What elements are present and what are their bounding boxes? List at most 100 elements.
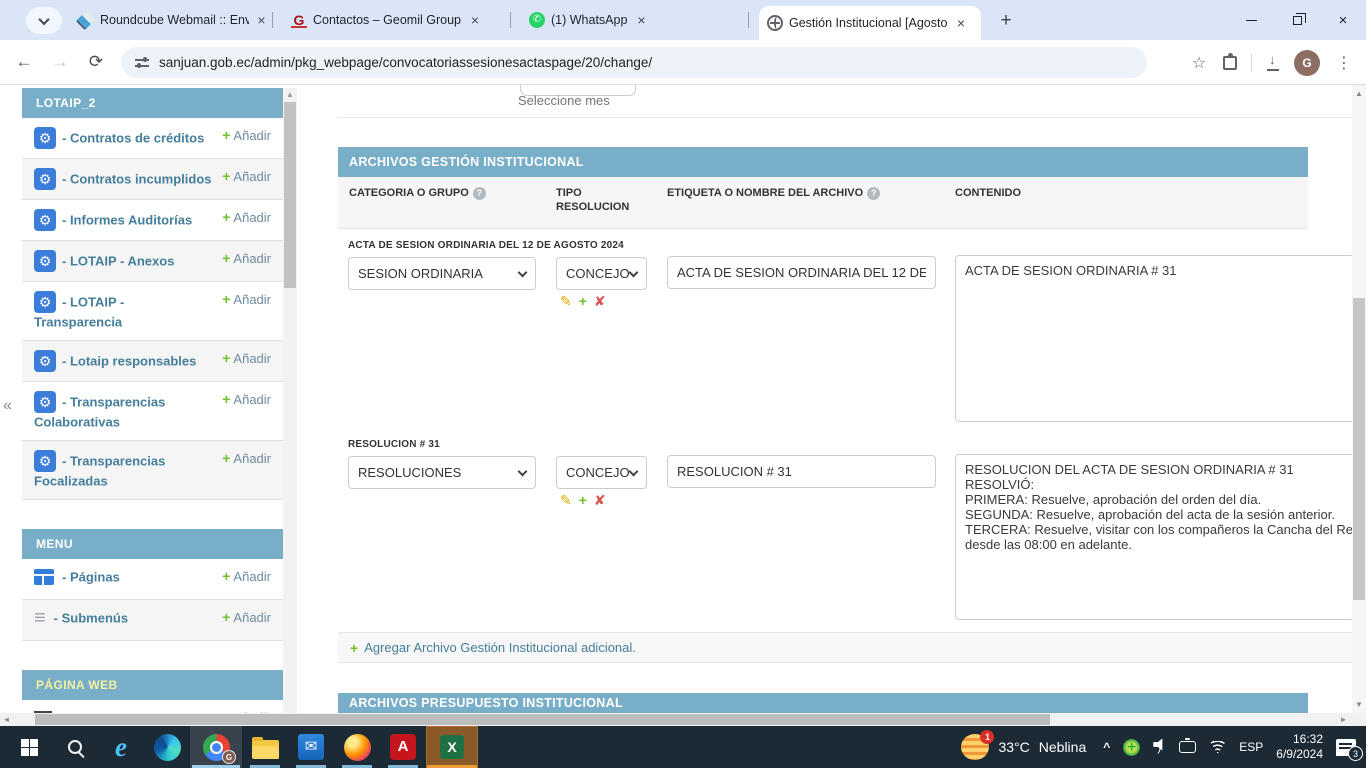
new-tab-button[interactable]: +: [993, 8, 1019, 34]
scroll-down-icon[interactable]: ▼: [1352, 698, 1366, 711]
taskbar-chrome-button[interactable]: G: [190, 726, 242, 768]
help-icon[interactable]: ?: [473, 187, 486, 200]
sidebar-item-transparencias-colaborativas[interactable]: ⚙- Transparencias Colaborativas +Añadir: [22, 382, 283, 441]
sidebar-item-contratos-incumplidos[interactable]: ⚙- Contratos incumplidos +Añadir: [22, 159, 283, 200]
add-plus-icon[interactable]: +: [579, 492, 587, 509]
scroll-up-icon[interactable]: ▲: [1352, 87, 1366, 100]
taskbar-firefox-button[interactable]: [334, 726, 380, 768]
sidebar-item-label[interactable]: - Contratos de créditos: [62, 131, 204, 146]
notification-center-icon[interactable]: 3: [1336, 739, 1356, 756]
add-link[interactable]: +Añadir: [222, 168, 271, 184]
antivirus-icon[interactable]: +: [1123, 739, 1140, 756]
collapse-sidebar-icon[interactable]: «: [3, 397, 12, 415]
add-link[interactable]: +Añadir: [222, 350, 271, 366]
back-button[interactable]: ←: [12, 52, 36, 72]
add-link[interactable]: +Añadir: [222, 450, 271, 466]
add-link[interactable]: +Añadir: [222, 291, 271, 307]
address-bar[interactable]: sanjuan.gob.ec/admin/pkg_webpage/convoca…: [121, 47, 1147, 78]
taskbar-mail-button[interactable]: ✉: [288, 726, 334, 768]
tab-whatsapp[interactable]: ✆ (1) WhatsApp ×: [521, 0, 737, 40]
tab-close-icon[interactable]: ×: [255, 12, 268, 28]
sidebar-item-label[interactable]: - Páginas: [62, 569, 120, 584]
sidebar-item-paginas[interactable]: - Páginas +Añadir: [22, 559, 283, 600]
sidebar-item-lotaip-anexos[interactable]: ⚙- LOTAIP - Anexos +Añadir: [22, 241, 283, 282]
language-indicator[interactable]: ESP: [1239, 740, 1263, 754]
profile-avatar[interactable]: G: [1294, 50, 1320, 76]
sidebar-item-lotaip-transparencia[interactable]: ⚙- LOTAIP - Transparencia +Añadir: [22, 282, 283, 341]
downloads-icon[interactable]: [1266, 56, 1280, 70]
add-link[interactable]: +Añadir: [222, 209, 271, 225]
sidebar-item-submenus[interactable]: ≡- Submenús +Añadir: [22, 600, 283, 641]
sidebar-item-label[interactable]: - Submenús: [54, 610, 128, 625]
taskbar-excel-button[interactable]: X: [426, 726, 478, 768]
vertical-scrollbar-thumb[interactable]: [1353, 298, 1365, 600]
taskbar-edge-button[interactable]: [144, 726, 190, 768]
sidebar-item-lotaip-responsables[interactable]: ⚙- Lotaip responsables +Añadir: [22, 341, 283, 382]
tab-close-icon[interactable]: ×: [467, 12, 483, 28]
sidebar-item-informes-auditorias[interactable]: ⚙- Informes Auditorías +Añadir: [22, 200, 283, 241]
tab-roundcube[interactable]: Roundcube Webmail :: Enviados ×: [70, 0, 276, 40]
add-link[interactable]: +Añadir: [222, 568, 271, 584]
add-link[interactable]: +Añadir: [222, 250, 271, 266]
site-settings-icon[interactable]: [135, 57, 149, 69]
sidebar-item-label[interactable]: - Lotaip responsables: [62, 354, 196, 369]
extensions-icon[interactable]: [1223, 56, 1237, 70]
taskbar-explorer-button[interactable]: [242, 726, 288, 768]
page-vertical-scrollbar[interactable]: ▲ ▼: [1352, 85, 1366, 713]
scroll-left-icon[interactable]: ◄: [0, 713, 13, 726]
minimize-button[interactable]: [1228, 0, 1274, 40]
add-plus-icon[interactable]: +: [579, 293, 587, 310]
tray-expand-icon[interactable]: ^: [1103, 740, 1110, 754]
taskbar-search-button[interactable]: [52, 726, 98, 768]
menu-kebab-icon[interactable]: ⋮: [1334, 53, 1354, 73]
scroll-right-icon[interactable]: ►: [1337, 713, 1350, 726]
sidebar-item-label[interactable]: - LOTAIP - Anexos: [62, 254, 174, 269]
sidebar-item-label[interactable]: - Informes Auditorías: [62, 213, 192, 228]
etiqueta-input[interactable]: [667, 256, 936, 289]
sidebar-item-pagina-web-partial[interactable]: +Añadir: [22, 700, 283, 713]
sidebar-scrollbar[interactable]: ▲: [283, 88, 297, 713]
edit-pencil-icon[interactable]: ✎: [560, 492, 572, 509]
add-archivo-link[interactable]: + Agregar Archivo Gestión Institucional …: [338, 632, 1352, 663]
add-link[interactable]: +Añadir: [222, 127, 271, 143]
tab-close-icon[interactable]: ×: [953, 15, 969, 31]
delete-x-icon[interactable]: ✘: [594, 492, 606, 509]
close-button[interactable]: ×: [1320, 0, 1366, 40]
edit-pencil-icon[interactable]: ✎: [560, 293, 572, 310]
url-text[interactable]: sanjuan.gob.ec/admin/pkg_webpage/convoca…: [159, 55, 652, 70]
page-horizontal-scrollbar[interactable]: ◄ ►: [0, 713, 1352, 726]
forward-button[interactable]: →: [48, 52, 72, 72]
reload-button[interactable]: ⟳: [84, 52, 108, 72]
tab-close-icon[interactable]: ×: [633, 12, 649, 28]
tipo-select[interactable]: CONCEJO: [556, 456, 647, 489]
add-link[interactable]: +Añadir: [222, 609, 271, 625]
sidebar-item-contratos-creditos[interactable]: ⚙- Contratos de créditos +Añadir: [22, 118, 283, 159]
wifi-icon[interactable]: [1209, 741, 1226, 754]
sidebar-item-label[interactable]: - Contratos incumplidos: [62, 172, 212, 187]
categoria-select[interactable]: SESION ORDINARIA: [348, 257, 536, 290]
scroll-up-icon[interactable]: ▲: [283, 88, 297, 101]
start-button[interactable]: [6, 726, 52, 768]
weather-widget[interactable]: 1 33°C Neblina: [961, 734, 1086, 760]
tab-search-button[interactable]: [26, 7, 62, 34]
sidebar-item-transparencias-focalizadas[interactable]: ⚙- Transparencias Focalizadas +Añadir: [22, 441, 283, 500]
volume-control[interactable]: ): [1153, 738, 1166, 756]
restore-button[interactable]: [1274, 0, 1320, 40]
delete-x-icon[interactable]: ✘: [594, 293, 606, 310]
categoria-select[interactable]: RESOLUCIONES: [348, 456, 536, 489]
taskbar-clock[interactable]: 16:32 6/9/2024: [1276, 732, 1323, 762]
tab-geomil[interactable]: G Contactos – Geomil Group ×: [283, 0, 499, 40]
taskbar-ie-button[interactable]: e: [98, 726, 144, 768]
contenido-textarea[interactable]: RESOLUCION DEL ACTA DE SESION ORDINARIA …: [955, 454, 1355, 620]
horizontal-scrollbar-thumb[interactable]: [35, 714, 1050, 725]
add-link[interactable]: +Añadir: [222, 391, 271, 407]
taskbar-acrobat-button[interactable]: A: [380, 726, 426, 768]
contenido-textarea[interactable]: ACTA DE SESION ORDINARIA # 31: [955, 255, 1355, 422]
etiqueta-input[interactable]: [667, 455, 936, 488]
tab-gestion-active[interactable]: Gestión Institucional [Agosto-20 ×: [759, 6, 981, 40]
sidebar-scrollbar-thumb[interactable]: [284, 102, 296, 288]
help-icon[interactable]: ?: [867, 187, 880, 200]
tipo-select[interactable]: CONCEJO: [556, 257, 647, 290]
cast-screen-icon[interactable]: [1179, 741, 1196, 753]
bookmark-star-icon[interactable]: ☆: [1189, 53, 1209, 73]
